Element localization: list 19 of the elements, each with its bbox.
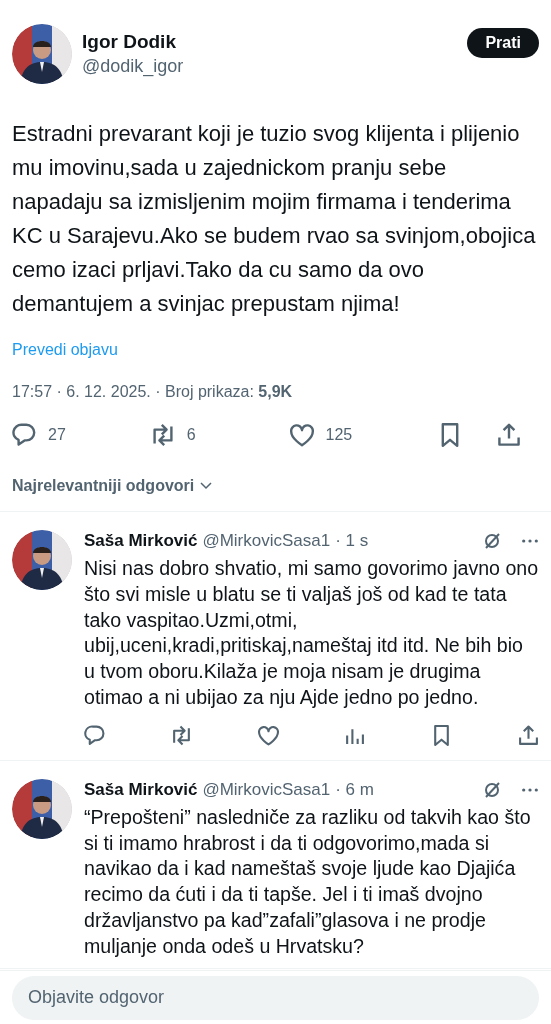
reply-count: 27 xyxy=(48,426,66,444)
author-name: Igor Dodik xyxy=(82,30,177,54)
reply-author-handle: @MirkovicSasa1 xyxy=(202,530,331,552)
like-count: 125 xyxy=(325,426,353,444)
sort-menu[interactable]: Najrelevantniji odgovori xyxy=(12,477,195,495)
repost-count: 6 xyxy=(186,426,196,444)
post-timestamp: 17:57 · 6. 12. 2025. · Broj prikaza: 5,9K xyxy=(11,382,294,402)
reply-author-name: Saša Mirković xyxy=(84,778,198,801)
reply-input[interactable]: Objavite odgovor xyxy=(12,975,539,1020)
reply-time: · 6 m xyxy=(335,778,374,801)
follow-button[interactable]: Prati xyxy=(467,28,539,58)
translate-link[interactable]: Prevedi objavu xyxy=(0,321,551,361)
post-text: Estradni prevarant koji je tuzio svog klijenta i plijenio mu imovinu,sada u zajednickom pranju sebe napadaju sa izmisljenim mojim firmama i tenderima KC u Sarajevu.Ako se budem rvao sa svinjom,obojica cemo izaci prljavi.Tako da cu samo da ovo demantujem a svinjac prepustam njima! xyxy=(11,120,537,318)
reply-author-handle: @MirkovicSasa1 xyxy=(202,778,331,801)
reply-text: Nisi nas dobro shvatio, mi samo govorimo javno ono što svi misle u blatu se ti valjaš još od kad te tata tako vaspitao.Uzmi,otmi, ubij,uceni,kradi,pritiskaj,nameštaj itd itd. Ne bih bio u tvom oboru.Kilaža je moja nisam je drugima otimao a ni ubijao za nju Ajde jedno po jedno. xyxy=(84,556,539,710)
reply-author-name: Saša Mirković xyxy=(84,530,198,552)
reply-time: · 1 s xyxy=(335,530,369,552)
author-handle: @dodik_igor xyxy=(82,55,185,78)
reply-text: “Prepošteni” nasledniče za razliku od takvih kao što si ti imamo hrabrost i da ti odgovorimo,mada si navikao da i kad nameštaš svoje ljude kao Djajića recimo da ćuti i da ti tapše. Jel i ti imaš dvojno državljanstvo pa kad”zafali”glasova i ne prodje muljanje onda odeš u Hrvatsku? xyxy=(84,804,532,959)
